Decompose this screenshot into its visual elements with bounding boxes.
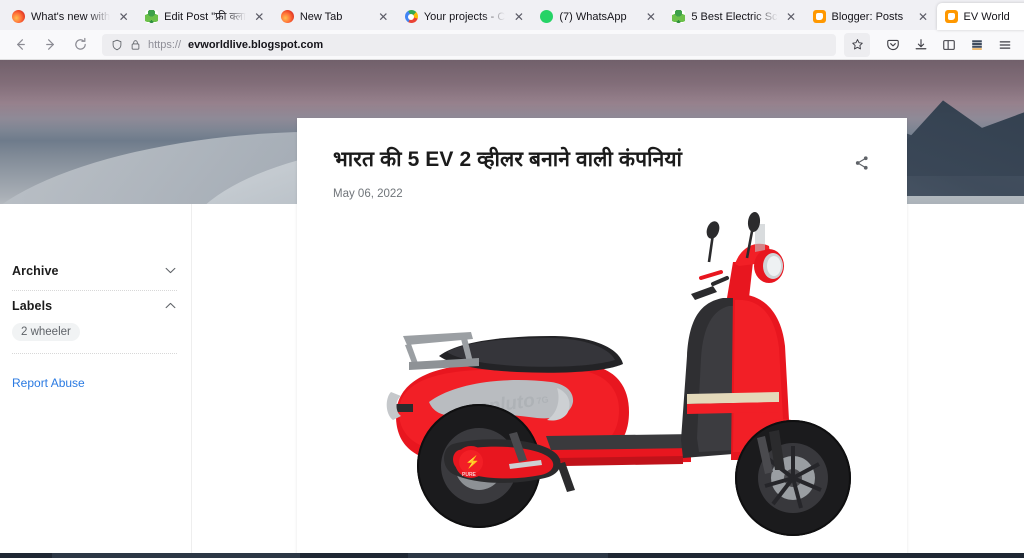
tab-title: Edit Post "फ्री क्ला	[164, 11, 246, 23]
tab-title: EV World	[963, 10, 1010, 23]
page-viewport: Archive Labels 2 wheeler Report Abuse भा…	[0, 60, 1024, 558]
electric-scooter-illustration: epluto 7G ⚡ PURE	[386, 212, 851, 536]
browser-tab[interactable]: New Tab ✕	[273, 3, 397, 30]
post-date: May 06, 2022	[333, 188, 403, 200]
hub-brand-text: PURE	[462, 472, 477, 478]
tab-close-button[interactable]: ✕	[784, 9, 799, 24]
blogger-green-icon	[145, 10, 159, 23]
browser-tab[interactable]: Edit Post "फ्री क्ला ✕	[137, 3, 273, 30]
share-icon[interactable]	[849, 150, 875, 176]
tab-title: Your projects - C	[423, 10, 506, 23]
firefox-icon	[12, 10, 25, 23]
taskbar-window-button[interactable]	[408, 553, 608, 558]
browser-tab[interactable]: Blogger: Posts ✕	[805, 3, 937, 30]
tab-close-button[interactable]: ✕	[252, 9, 267, 24]
browser-tab[interactable]: 5 Best Electric Sc ✕	[664, 3, 804, 30]
tab-close-button[interactable]: ✕	[643, 9, 658, 24]
tab-title: 5 Best Electric Sc	[691, 10, 778, 23]
tab-strip: What's new with ✕ Edit Post "फ्री क्ला ✕…	[0, 0, 1024, 30]
tab-title: New Tab	[299, 10, 343, 23]
sidebar-section-archive[interactable]: Archive	[12, 256, 177, 291]
shield-icon	[111, 39, 123, 51]
sidebar-section-labels[interactable]: Labels 2 wheeler	[12, 291, 177, 354]
post-image: epluto 7G ⚡ PURE	[333, 206, 875, 556]
chevron-down-icon[interactable]	[163, 266, 177, 277]
sidebar-icon[interactable]	[936, 33, 962, 57]
firefox-icon	[280, 10, 294, 23]
blog-sidebar: Archive Labels 2 wheeler Report Abuse	[0, 204, 192, 558]
tab-title: Blogger: Posts	[831, 10, 904, 23]
address-bar[interactable]: https:// evworldlive.blogspot.com	[102, 33, 836, 56]
browser-window: What's new with ✕ Edit Post "फ्री क्ला ✕…	[0, 0, 1024, 558]
taskbar-window-button[interactable]	[52, 553, 300, 558]
chrome-icon	[404, 10, 418, 23]
pocket-icon[interactable]	[880, 33, 906, 57]
tab-close-button[interactable]: ✕	[116, 9, 131, 24]
page-title: भारत की 5 EV 2 व्हीलर बनाने वाली कंपनिया…	[333, 148, 683, 171]
library-icon[interactable]	[964, 33, 990, 57]
browser-tab-active[interactable]: EV World ✕	[936, 3, 1024, 30]
labels-label: Labels	[12, 299, 53, 313]
blogger-orange-icon	[944, 10, 958, 23]
url-scheme: https://	[148, 38, 182, 51]
tab-close-button[interactable]: ✕	[916, 9, 931, 24]
scooter-model-text: 7G	[536, 394, 549, 406]
forward-button[interactable]	[36, 32, 64, 58]
blogger-orange-icon	[812, 10, 826, 23]
tab-close-button[interactable]: ✕	[376, 9, 391, 24]
star-icon[interactable]	[844, 32, 870, 57]
url-host: evworldlive.blogspot.com	[188, 38, 324, 51]
navigation-toolbar: https:// evworldlive.blogspot.com	[0, 30, 1024, 60]
os-taskbar	[0, 553, 1024, 558]
blogger-green-icon	[672, 10, 686, 23]
whatsapp-icon	[540, 10, 554, 23]
blog-post-card: भारत की 5 EV 2 व्हीलर बनाने वाली कंपनिया…	[297, 118, 907, 558]
label-chip-2-wheeler[interactable]: 2 wheeler	[12, 323, 80, 341]
tab-title: (7) WhatsApp	[559, 10, 627, 23]
tab-close-button[interactable]: ✕	[511, 9, 526, 24]
browser-toolbar-icons	[880, 33, 1018, 57]
hub-logo-text: ⚡	[465, 455, 480, 469]
chevron-up-icon[interactable]	[163, 301, 177, 312]
menu-icon[interactable]	[992, 33, 1018, 57]
back-button[interactable]	[6, 32, 34, 58]
browser-tab[interactable]: Your projects - C ✕	[397, 3, 533, 30]
post-header: भारत की 5 EV 2 व्हीलर बनाने वाली कंपनिया…	[333, 146, 875, 176]
download-icon[interactable]	[908, 33, 934, 57]
browser-tab[interactable]: (7) WhatsApp ✕	[532, 3, 664, 30]
report-abuse-link[interactable]: Report Abuse	[12, 376, 177, 390]
archive-label: Archive	[12, 264, 59, 278]
tab-title: What's new with	[31, 10, 111, 23]
browser-tab[interactable]: What's new with ✕	[4, 3, 137, 30]
reload-button[interactable]	[66, 32, 94, 58]
lock-icon	[130, 39, 141, 51]
